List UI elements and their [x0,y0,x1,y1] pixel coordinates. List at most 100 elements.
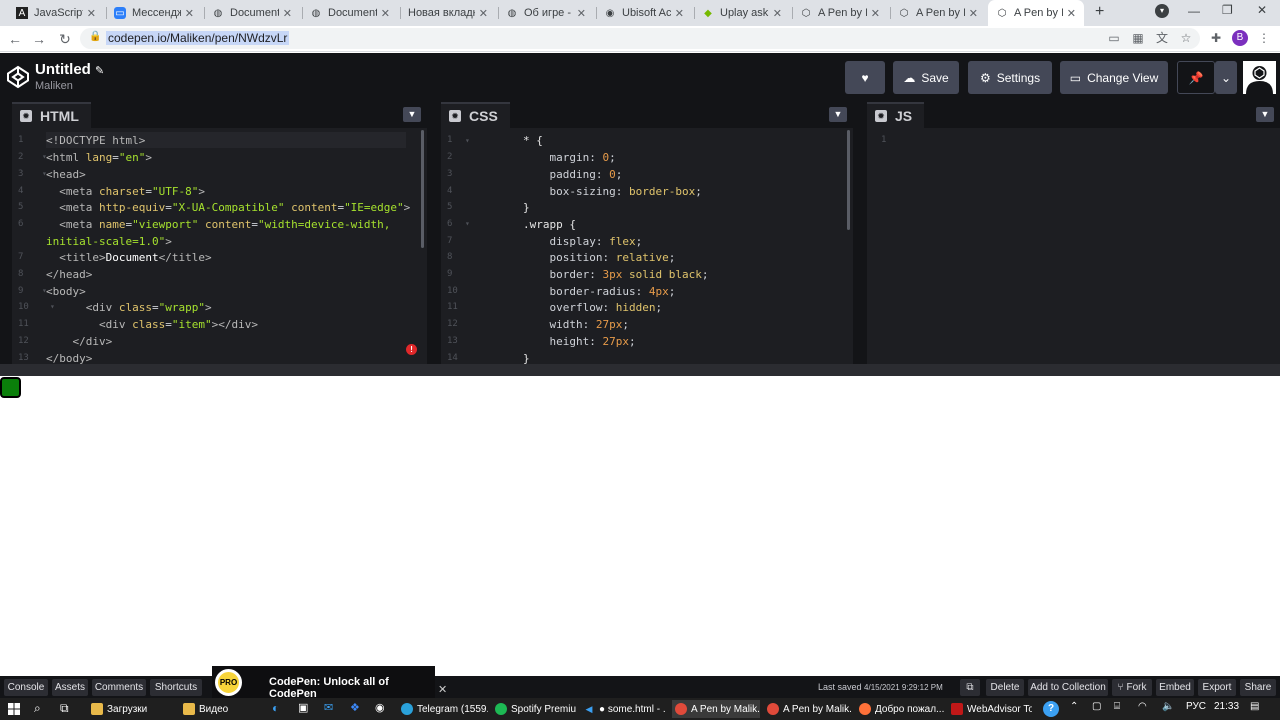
browser-tab[interactable]: ◍ Об игре - Ub✕ [498,2,594,24]
language-indicator[interactable]: РУС [1186,701,1206,712]
browser-tab[interactable]: ◆ Uplay asking✕ [694,2,790,24]
close-tab-icon[interactable]: ✕ [1067,7,1076,20]
codepen-logo-icon[interactable] [6,65,30,89]
love-button[interactable]: ♥ [845,61,885,94]
scrollbar[interactable] [421,130,424,248]
comments-button[interactable]: Comments [92,679,146,696]
pro-promo-banner[interactable]: PRO CodePen: Unlock all of CodePen [212,666,435,700]
close-tab-icon[interactable]: ✕ [87,7,96,20]
taskbar-item[interactable]: Telegram (1559... [398,700,488,718]
save-button[interactable]: ☁ Save [893,61,959,94]
close-window-icon[interactable]: ✕ [1257,3,1267,17]
network-icon[interactable]: ⌸ [1114,701,1120,712]
close-tab-icon[interactable]: ✕ [969,7,978,20]
change-view-button[interactable]: ▭ Change View [1060,61,1168,94]
close-icon[interactable]: ✕ [438,683,447,696]
close-tab-icon[interactable]: ✕ [871,7,880,20]
close-tab-icon[interactable]: ✕ [283,7,292,20]
url-text[interactable]: codepen.io/Maliken/pen/NWdzvLr [106,31,290,45]
css-tab[interactable]: ✹ CSS [441,102,510,128]
browser-tab[interactable]: ◍ Document ✕ [204,2,300,24]
js-code-editor[interactable]: 1 [867,128,1280,364]
html-code-editor[interactable]: 1 2 3 4 5 6 7 8 9 10 11 12 13 ▾ ▾ ▾ ▾ <!… [12,128,427,364]
profile-avatar[interactable]: B [1232,30,1248,46]
edit-pencil-icon[interactable]: ✎ [95,65,104,77]
reload-icon[interactable]: ↻ [56,30,74,48]
pin-button[interactable]: 📌 [1177,61,1215,94]
assets-button[interactable]: Assets [52,679,88,696]
pen-title[interactable]: Untitled ✎ [35,61,104,78]
fork-button[interactable]: ⑂ Fork [1112,679,1152,696]
close-tab-icon[interactable]: ✕ [479,7,488,20]
add-to-collection-button[interactable]: Add to Collection [1028,679,1108,696]
browser-tab[interactable]: A JavaScript - ✕ [8,2,104,24]
browser-tab-active[interactable]: ⬡ A Pen by Ma✕ [988,0,1084,26]
volume-icon[interactable]: 🔈 [1162,701,1174,712]
taskbar-item[interactable]: Добро пожал... [856,700,944,718]
taskbar-item[interactable]: A Pen by Malik... [764,700,852,718]
share-button[interactable]: Share [1240,679,1276,696]
scrollbar[interactable] [847,130,850,230]
new-tab-button[interactable]: + [1095,3,1104,21]
store-icon[interactable]: ▣ [298,701,308,714]
browser-tab[interactable]: Новая вкладка✕ [400,2,496,24]
browser-tab[interactable]: ⬡ A Pen by Ma✕ [890,2,986,24]
qr-icon[interactable]: ▦ [1130,30,1146,46]
browser-tab[interactable]: ◉ Ubisoft Acco✕ [596,2,692,24]
taskbar-item[interactable]: Spotify Premium [492,700,576,718]
taskbar-item[interactable]: Загрузки [88,700,174,718]
clock[interactable]: 21:33 [1214,701,1239,712]
taskbar-item[interactable]: Видео [180,700,266,718]
console-button[interactable]: Console [4,679,48,696]
help-icon[interactable]: ? [1043,701,1059,717]
fold-arrow-icon[interactable]: ▾ [465,219,470,228]
gear-icon[interactable]: ✹ [20,110,32,122]
close-tab-icon[interactable]: ✕ [185,7,194,20]
settings-button[interactable]: ⚙ Settings [968,61,1052,94]
search-icon[interactable]: ⌕ [34,701,41,716]
fold-arrow-icon[interactable]: ▾ [465,136,470,145]
notifications-icon[interactable]: ▤ [1250,701,1259,712]
menu-dots-icon[interactable]: ⋮ [1256,30,1272,46]
export-button[interactable]: Export [1198,679,1236,696]
pin-dropdown-button[interactable]: ⌄ [1215,61,1237,94]
mail-icon[interactable]: ✉ [324,701,333,714]
maximize-icon[interactable]: ❐ [1222,3,1233,17]
promo-text[interactable]: CodePen: Unlock all of CodePen [269,676,435,700]
taskbar-item-active[interactable]: A Pen by Malik... [672,700,760,718]
close-tab-icon[interactable]: ✕ [675,7,684,20]
gear-icon[interactable]: ✹ [449,110,461,122]
github-icon[interactable]: ◉ [375,701,385,714]
close-tab-icon[interactable]: ✕ [773,7,782,20]
windows-start-icon[interactable] [8,703,20,715]
css-code-editor[interactable]: 1 2 3 4 5 6 7 8 9 10 11 12 13 14 ▾ ▾ * {… [441,128,853,364]
close-tab-icon[interactable]: ✕ [577,7,586,20]
browser-tab[interactable]: ▭ Мессендже✕ [106,2,202,24]
chevron-down-icon[interactable]: ▼ [403,107,421,122]
browser-tab[interactable]: ◍ Document ✕ [302,2,398,24]
address-bar[interactable]: 🔒 codepen.io/Maliken/pen/NWdzvLr ▭ ▦ 文 ☆ [80,28,1200,49]
translate-icon[interactable]: 文 [1154,30,1170,46]
browser-tab[interactable]: ⬡ A Pen by Ma✕ [792,2,888,24]
close-tab-icon[interactable]: ✕ [381,7,390,20]
error-icon[interactable]: ! [406,344,417,355]
pen-author[interactable]: Maliken [35,80,73,92]
chevron-down-icon[interactable]: ▼ [1256,107,1274,122]
embed-button[interactable]: Embed [1156,679,1194,696]
tab-search-icon[interactable]: ▾ [1155,4,1169,18]
user-avatar[interactable] [1243,61,1276,94]
edge-icon[interactable]: ◐ [272,701,279,715]
shortcuts-button[interactable]: Shortcuts [150,679,202,696]
dropbox-icon[interactable]: ❖ [350,701,360,714]
gear-icon[interactable]: ✹ [875,110,887,122]
tray-chevron-icon[interactable]: ⌃ [1070,701,1078,712]
bookmark-star-icon[interactable]: ☆ [1178,30,1194,46]
editor-resize-handle[interactable] [0,364,1280,376]
taskbar-item[interactable]: ◀ ● some.html - ... [580,700,666,718]
html-tab[interactable]: ✹ HTML [12,102,91,128]
task-view-icon[interactable]: ⧉ [60,701,69,716]
minimize-icon[interactable]: — [1188,4,1200,18]
open-external-icon[interactable]: ⧉ [960,679,980,696]
back-icon[interactable]: ← [6,30,24,48]
chevron-down-icon[interactable]: ▼ [829,107,847,122]
